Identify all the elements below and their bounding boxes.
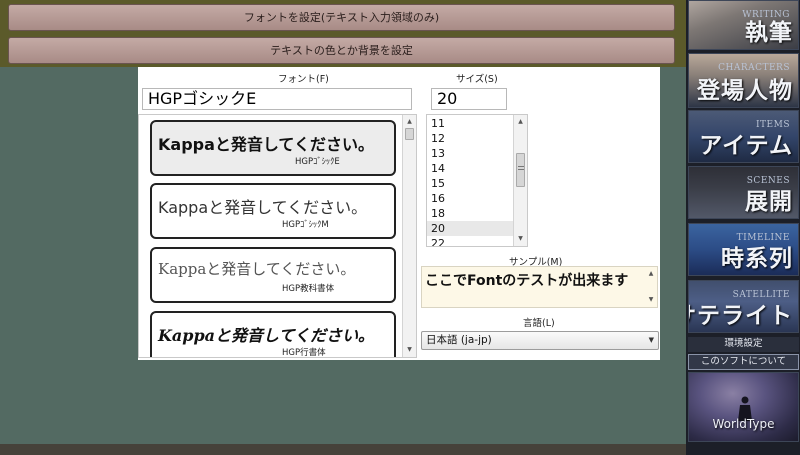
scroll-down-icon[interactable]: ▼ [403,345,416,355]
sidebar-item-satellite[interactable]: SATELLITE サテライト [688,280,799,333]
font-sample-text: Kappaと発音してください。 [158,135,374,154]
font-card-hgp-gothic-e[interactable]: Kappaと発音してください。 HGPｺﾞｼｯｸE [150,120,396,176]
font-card-name: HGPｺﾞｼｯｸM [282,220,329,230]
language-label: 言語(L) [523,318,555,329]
font-sample-text: Kappaと発音してください。 [158,260,356,278]
font-card-name: HGP教科書体 [282,284,335,294]
font-card-name: HGP行書体 [282,348,326,358]
size-item[interactable]: 13 [431,146,511,161]
language-value: 日本語 (ja-jp) [426,334,492,346]
scroll-down-icon[interactable]: ▼ [645,295,657,305]
worldtype-button[interactable]: WorldType [688,372,799,442]
scroll-down-icon[interactable]: ▼ [514,234,527,244]
size-item[interactable]: 16 [431,191,511,206]
font-dialog: フォント(F) サイズ(S) HGPゴシックE 20 Kappaと発音してくださ… [138,67,660,360]
sample-text-box[interactable]: ここでFontのテストが出来ます ▲ ▼ [421,266,658,308]
font-list[interactable]: Kappaと発音してください。 HGPｺﾞｼｯｸE Kappaと発音してください… [138,114,417,358]
size-item-selected[interactable]: 20 [427,221,513,236]
size-item[interactable]: 18 [431,206,511,221]
size-item[interactable]: 14 [431,161,511,176]
font-card-hgp-gothic-m[interactable]: Kappaと発音してください。 HGPｺﾞｼｯｸM [150,183,396,239]
size-list[interactable]: 11 12 13 14 15 16 18 20 22 ▲ ▼ [426,114,528,247]
sample-scrollbar[interactable]: ▲ ▼ [645,267,657,307]
size-list-scrollbar[interactable]: ▲ ▼ [513,115,527,246]
set-colors-button[interactable]: テキストの色とか背景を設定 [8,37,675,64]
font-name-input[interactable]: HGPゴシックE [142,88,412,110]
language-select[interactable]: 日本語 (ja-jp) ▼ [421,331,659,350]
scroll-up-icon[interactable]: ▲ [514,117,527,127]
size-item[interactable]: 15 [431,176,511,191]
set-font-button[interactable]: フォントを設定(テキスト入力領域のみ) [8,4,675,31]
scroll-up-icon[interactable]: ▲ [645,269,657,279]
sidebar-item-characters[interactable]: CHARACTERS 登場人物 [688,53,799,108]
font-card-hgp-kyokasho[interactable]: Kappaと発音してください。 HGP教科書体 [150,247,396,303]
font-sample-text: Kappaと発音してください。 [158,326,375,345]
scroll-up-icon[interactable]: ▲ [403,117,416,127]
font-card-hgp-gyosho[interactable]: Kappaと発音してください。 HGP行書体 [150,311,396,358]
size-input[interactable]: 20 [431,88,507,110]
tile-jp-label: アイテム [699,133,793,159]
tile-jp-label: 展開 [745,189,793,215]
sidebar-item-timeline[interactable]: TIMELINE 時系列 [688,223,799,276]
font-card-name: HGPｺﾞｼｯｸE [295,157,340,167]
env-settings-button[interactable]: 環境設定 [688,337,799,352]
size-item[interactable]: 12 [431,131,511,146]
sample-text: ここでFontのテストが出来ます [425,273,629,289]
font-sample-text: Kappaと発音してください。 [158,198,368,217]
worldtype-label: WorldType [712,417,775,431]
tile-jp-label: サテライト [689,303,793,329]
scroll-thumb[interactable] [405,128,414,140]
tile-jp-label: 登場人物 [697,78,793,104]
sidebar-item-writing[interactable]: WRITING 執筆 [688,0,799,50]
top-toolbar: フォントを設定(テキスト入力領域のみ) テキストの色とか背景を設定 [0,0,686,67]
size-item[interactable]: 22 [431,236,511,246]
sidebar: WRITING 執筆 CHARACTERS 登場人物 ITEMS アイテム SC… [686,0,800,455]
sidebar-item-scenes[interactable]: SCENES 展開 [688,166,799,219]
size-label: サイズ(S) [456,74,498,85]
scroll-thumb[interactable] [516,153,525,187]
tile-jp-label: 執筆 [745,20,793,46]
tile-jp-label: 時系列 [721,246,793,272]
size-item[interactable]: 11 [431,116,511,131]
chevron-down-icon: ▼ [648,336,654,344]
font-label: フォント(F) [278,74,329,85]
font-list-scrollbar[interactable]: ▲ ▼ [402,115,416,357]
sidebar-item-items[interactable]: ITEMS アイテム [688,110,799,163]
about-button[interactable]: このソフトについて [688,354,799,370]
bottom-strip [0,444,686,455]
